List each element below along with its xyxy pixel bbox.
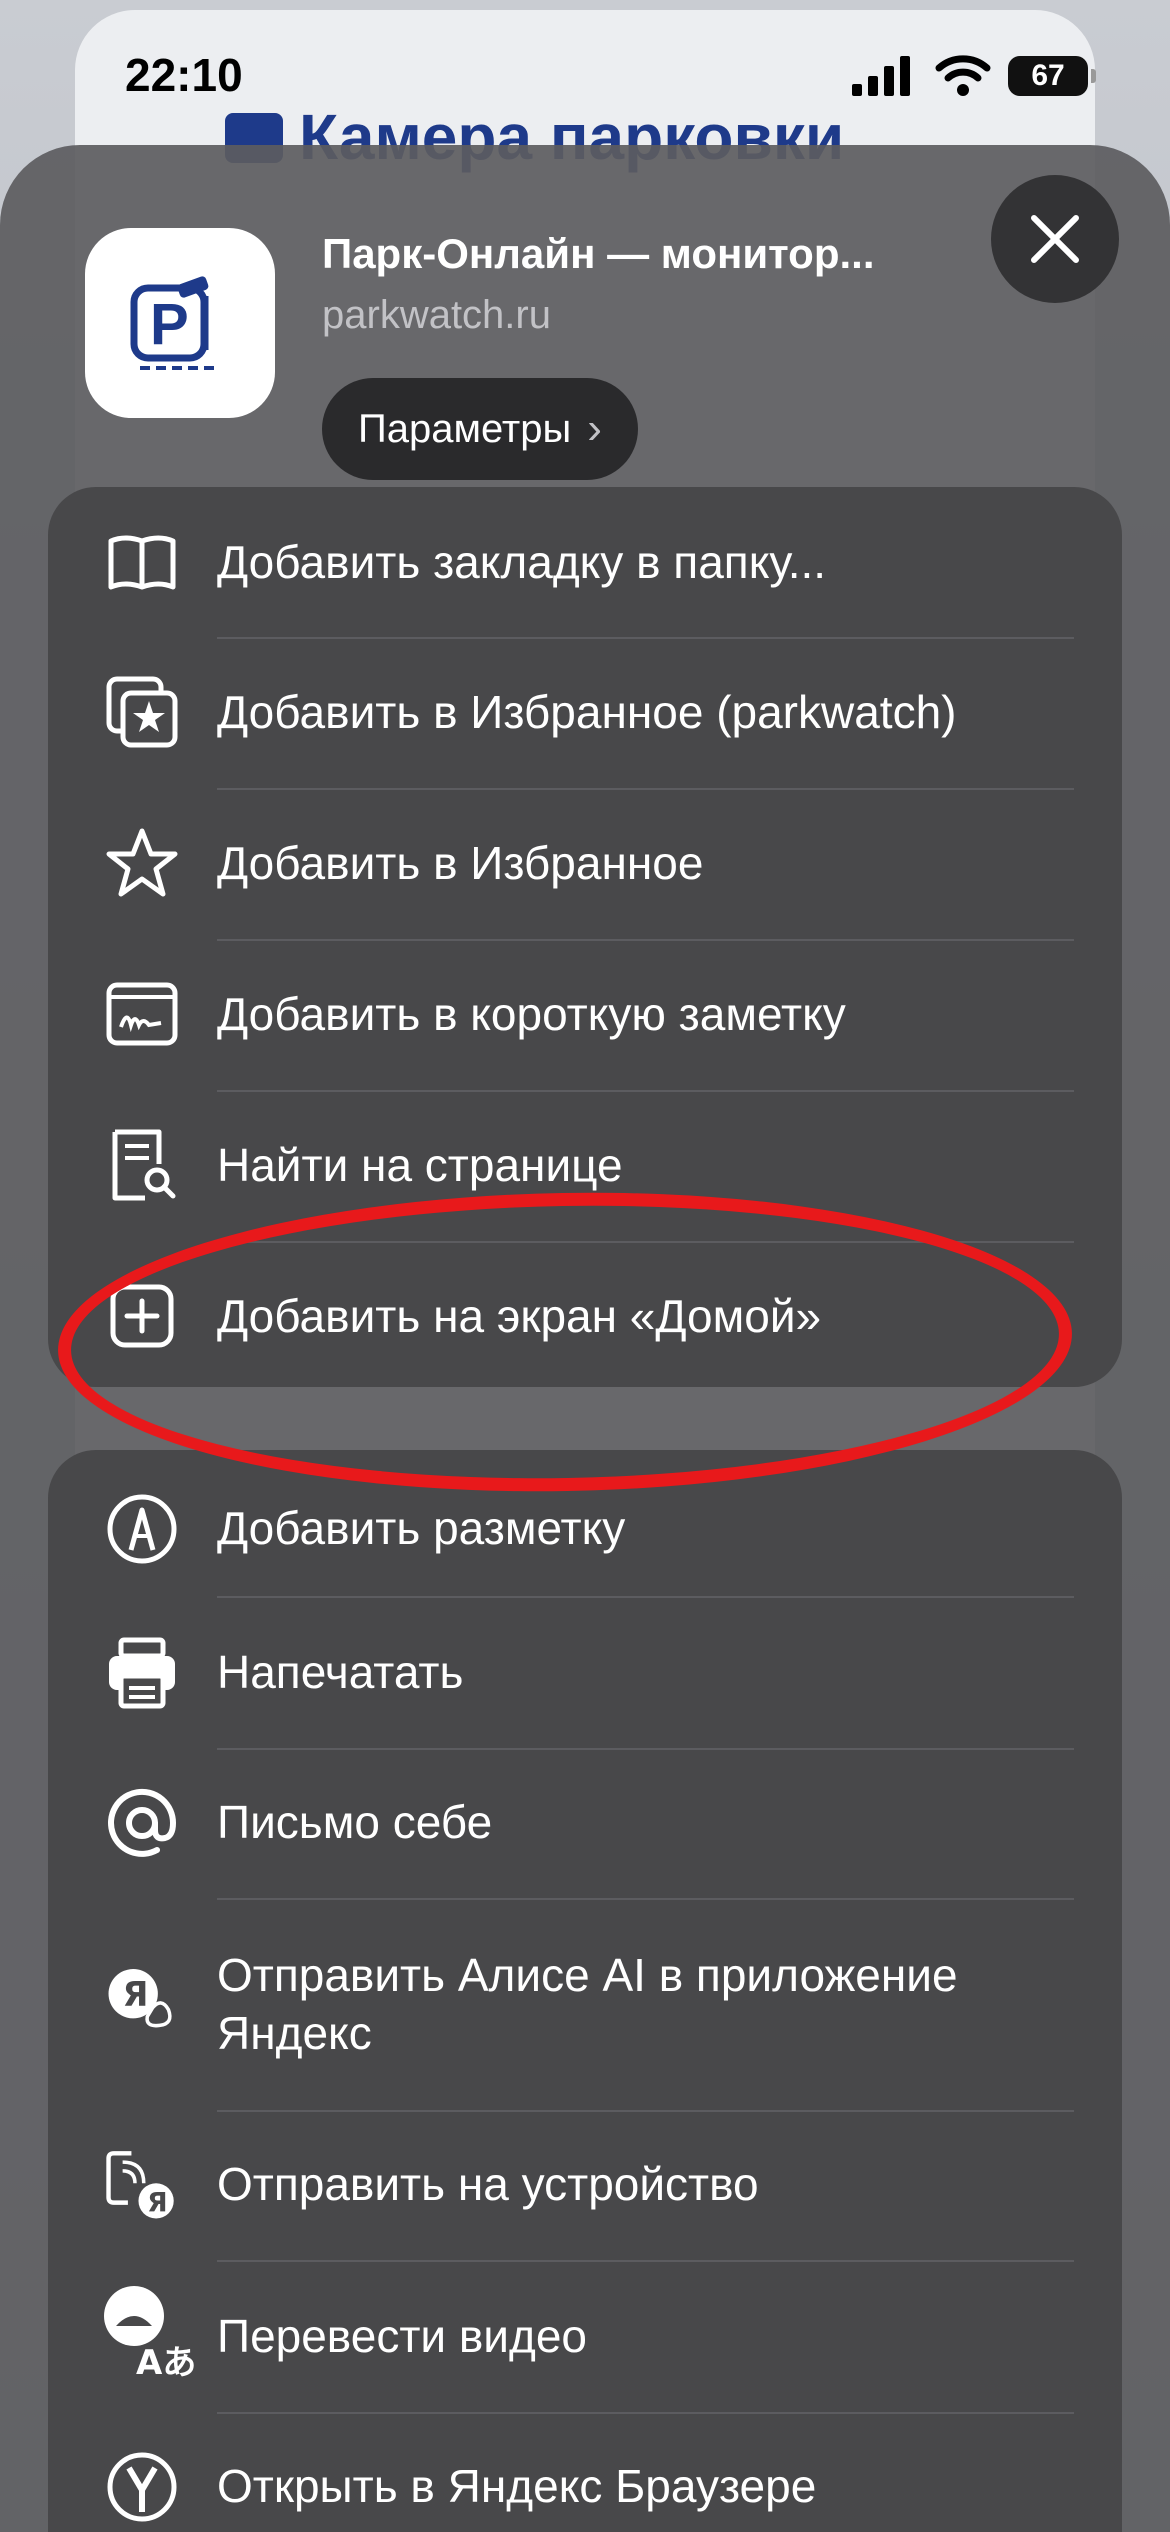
action-label: Отправить на устройство	[217, 2158, 759, 2210]
action-print[interactable]: Напечатать	[48, 1596, 1122, 1748]
action-label: Письмо себе	[217, 1796, 493, 1848]
battery-icon: 67	[1008, 56, 1096, 96]
parking-logo-icon: P	[130, 276, 220, 370]
action-send-to-alice[interactable]: Я Отправить Алисе AI в приложение Яндекс	[48, 1898, 1122, 2110]
shared-page-title: Парк-Онлайн — монитор...	[322, 230, 875, 277]
action-label: Отправить Алисе AI в приложение Яндекс	[217, 1949, 958, 2059]
parameters-label: Параметры	[358, 406, 572, 451]
chevron-right-icon: ›	[587, 404, 602, 453]
yandex-browser-icon	[105, 2450, 179, 2524]
svg-text:Я: Я	[123, 1975, 149, 2014]
close-icon	[1031, 215, 1079, 263]
action-add-favorites-parkwatch[interactable]: Добавить в Избранное (parkwatch)	[48, 637, 1122, 788]
svg-text:Я: Я	[147, 2187, 167, 2218]
action-add-favorites[interactable]: Добавить в Избранное	[48, 788, 1122, 939]
quick-note-icon	[105, 977, 179, 1051]
action-label: Открыть в Яндекс Браузере	[217, 2460, 817, 2512]
star-square-icon	[105, 675, 179, 749]
alice-icon: Я	[105, 1962, 179, 2036]
action-add-quick-note[interactable]: Добавить в короткую заметку	[48, 939, 1122, 1090]
markup-icon	[105, 1492, 179, 1566]
at-icon	[105, 1786, 179, 1860]
app-icon: P	[85, 228, 275, 418]
svg-text:Aあ: Aあ	[136, 2343, 196, 2382]
action-label: Добавить в короткую заметку	[217, 988, 846, 1040]
action-label: Перевести видео	[217, 2310, 587, 2362]
action-send-to-device[interactable]: Я Отправить на устройство	[48, 2110, 1122, 2260]
action-label: Добавить в Избранное	[217, 837, 704, 889]
svg-text:P: P	[150, 292, 189, 357]
action-add-bookmark-folder[interactable]: Добавить закладку в папку...	[48, 487, 1122, 637]
close-button[interactable]	[991, 175, 1119, 303]
action-label: Добавить закладку в папку...	[217, 536, 827, 588]
action-label: Найти на странице	[217, 1139, 623, 1191]
status-time: 22:10	[125, 49, 243, 101]
action-open-yandex-browser[interactable]: Открыть в Яндекс Браузере	[48, 2412, 1122, 2532]
battery-level: 67	[1031, 59, 1065, 92]
shared-page-url: parkwatch.ru	[322, 293, 551, 337]
cellular-signal-icon	[852, 56, 910, 96]
action-label: Добавить разметку	[217, 1502, 626, 1554]
action-translate-video[interactable]: Aあ Перевести видео	[48, 2260, 1122, 2412]
action-email-self[interactable]: Письмо себе	[48, 1748, 1122, 1898]
book-icon	[105, 525, 179, 599]
find-on-page-icon	[105, 1128, 179, 1202]
action-label: Добавить в Избранное (parkwatch)	[217, 686, 957, 738]
action-label: Напечатать	[217, 1646, 464, 1698]
status-bar: 22:10 67	[0, 0, 1170, 150]
printer-icon	[105, 1636, 179, 1710]
send-device-icon: Я	[105, 2148, 179, 2222]
translate-video-icon: Aあ	[96, 2282, 196, 2382]
wifi-icon	[935, 55, 991, 96]
parameters-button[interactable]: Параметры ›	[322, 378, 638, 480]
actions-group-more: Добавить разметку Напечатать Письмо себе…	[48, 1450, 1122, 2532]
star-icon	[105, 826, 179, 900]
